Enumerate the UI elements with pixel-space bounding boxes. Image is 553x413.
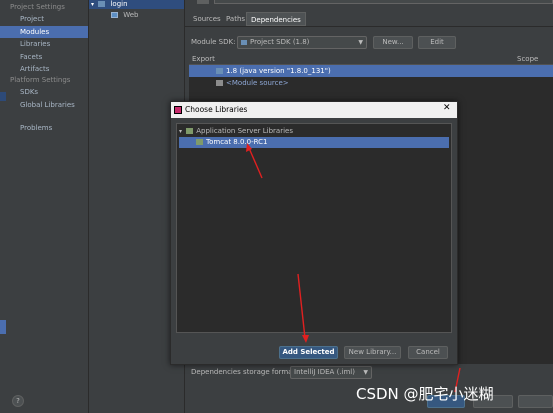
annotation-arrowhead <box>302 335 309 343</box>
annotation-arrow <box>297 273 306 339</box>
annotation-arrow <box>248 147 263 179</box>
csdn-watermark: CSDN @肥宅小迷糊 <box>356 385 494 403</box>
annotation-arrowhead <box>246 143 252 152</box>
annotation-overlay <box>246 143 461 393</box>
